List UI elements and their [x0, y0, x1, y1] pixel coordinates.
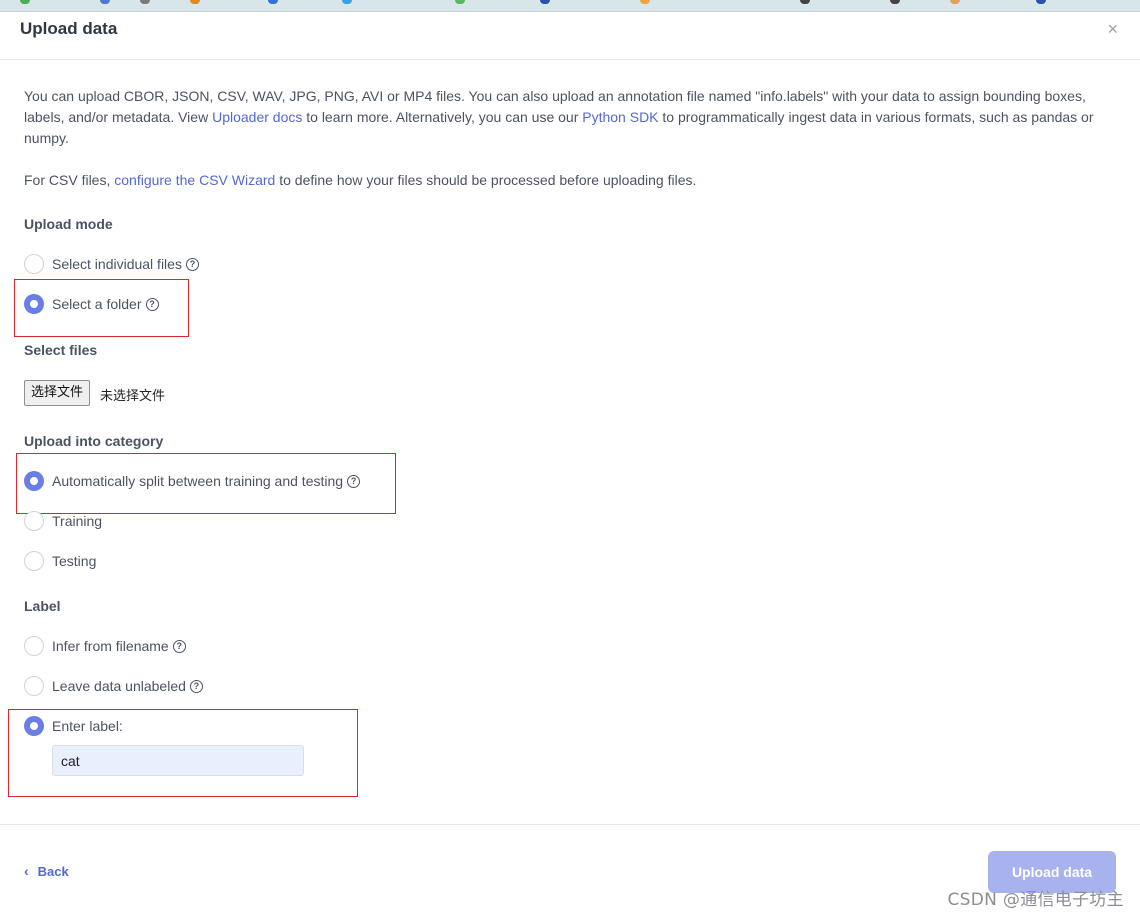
radio-label: Leave data unlabeled	[52, 678, 186, 694]
bookmark-icon[interactable]	[890, 0, 900, 4]
radio-auto-split[interactable]: Automatically split between training and…	[24, 471, 361, 491]
watermark: CSDN @通信电子坊主	[947, 890, 1124, 910]
bookmark-icon[interactable]	[800, 0, 810, 4]
bookmark-icon[interactable]	[640, 0, 650, 4]
upload-category-heading: Upload into category	[24, 433, 164, 449]
chevron-left-icon: ‹	[24, 863, 29, 879]
csv-note-text: to define how your files should be proce…	[275, 172, 697, 188]
help-icon[interactable]: ?	[347, 474, 361, 488]
radio-label: Testing	[52, 553, 97, 569]
back-button[interactable]: ‹ Back	[24, 863, 69, 879]
file-status-text: 未选择文件	[100, 389, 166, 404]
bookmark-icon[interactable]	[342, 0, 352, 4]
radio-testing[interactable]: Testing	[24, 551, 96, 571]
radio-label: Enter label:	[52, 718, 123, 734]
radio-enter-label[interactable]: Enter label:	[24, 716, 123, 736]
radio-label: Select a folder	[52, 296, 142, 312]
choose-file-button[interactable]: 选择文件	[24, 380, 91, 406]
radio-leave-unlabeled[interactable]: Leave data unlabeled ?	[24, 676, 203, 696]
bookmark-icon[interactable]	[140, 0, 150, 4]
radio-infer-from-filename[interactable]: Infer from filename ?	[24, 636, 186, 656]
upload-data-dialog: Upload data × You can upload CBOR, JSON,…	[0, 12, 1140, 916]
python-sdk-link[interactable]: Python SDK	[582, 109, 658, 125]
help-icon[interactable]: ?	[185, 257, 199, 271]
uploader-docs-link[interactable]: Uploader docs	[212, 109, 302, 125]
bookmark-icon[interactable]	[950, 0, 960, 4]
upload-mode-heading: Upload mode	[24, 216, 113, 232]
radio-label: Infer from filename	[52, 638, 169, 654]
radio-button-checked[interactable]	[24, 716, 44, 736]
dialog-title: Upload data	[20, 19, 118, 38]
csv-note: For CSV files, configure the CSV Wizard …	[24, 170, 1119, 191]
select-files-heading: Select files	[24, 342, 98, 358]
help-icon[interactable]: ?	[145, 297, 159, 311]
browser-bookmark-strip	[0, 0, 1140, 12]
radio-button[interactable]	[24, 636, 44, 656]
radio-label: Training	[52, 513, 103, 529]
radio-button[interactable]	[24, 511, 44, 531]
bookmark-icon[interactable]	[100, 0, 110, 4]
radio-label: Automatically split between training and…	[52, 473, 344, 489]
help-icon[interactable]: ?	[172, 639, 186, 653]
csv-wizard-link[interactable]: configure the CSV Wizard	[114, 172, 275, 188]
radio-label: Select individual files	[52, 256, 182, 272]
dialog-header: Upload data ×	[0, 12, 1140, 60]
radio-button[interactable]	[24, 254, 44, 274]
bookmark-icon[interactable]	[1036, 0, 1046, 4]
back-label: Back	[37, 863, 69, 879]
radio-button[interactable]	[24, 676, 44, 696]
bookmark-icon[interactable]	[540, 0, 550, 4]
radio-button[interactable]	[24, 551, 44, 571]
intro-text: You can upload CBOR, JSON, CSV, WAV, JPG…	[24, 86, 1119, 149]
close-icon[interactable]: ×	[1107, 19, 1118, 40]
label-input[interactable]	[52, 745, 304, 776]
radio-select-individual-files[interactable]: Select individual files ?	[24, 254, 199, 274]
csv-note-text: For CSV files,	[24, 172, 115, 188]
bookmark-icon[interactable]	[455, 0, 465, 4]
radio-button-checked[interactable]	[24, 471, 44, 491]
label-heading: Label	[24, 598, 61, 614]
bookmark-icon[interactable]	[190, 0, 200, 4]
radio-button-checked[interactable]	[24, 294, 44, 314]
radio-select-folder[interactable]: Select a folder ?	[24, 294, 159, 314]
intro-text-part: to learn more. Alternatively, you can us…	[302, 109, 583, 125]
bookmark-icon[interactable]	[20, 0, 30, 4]
help-icon[interactable]: ?	[189, 679, 203, 693]
radio-training[interactable]: Training	[24, 511, 102, 531]
bookmark-icon[interactable]	[268, 0, 278, 4]
